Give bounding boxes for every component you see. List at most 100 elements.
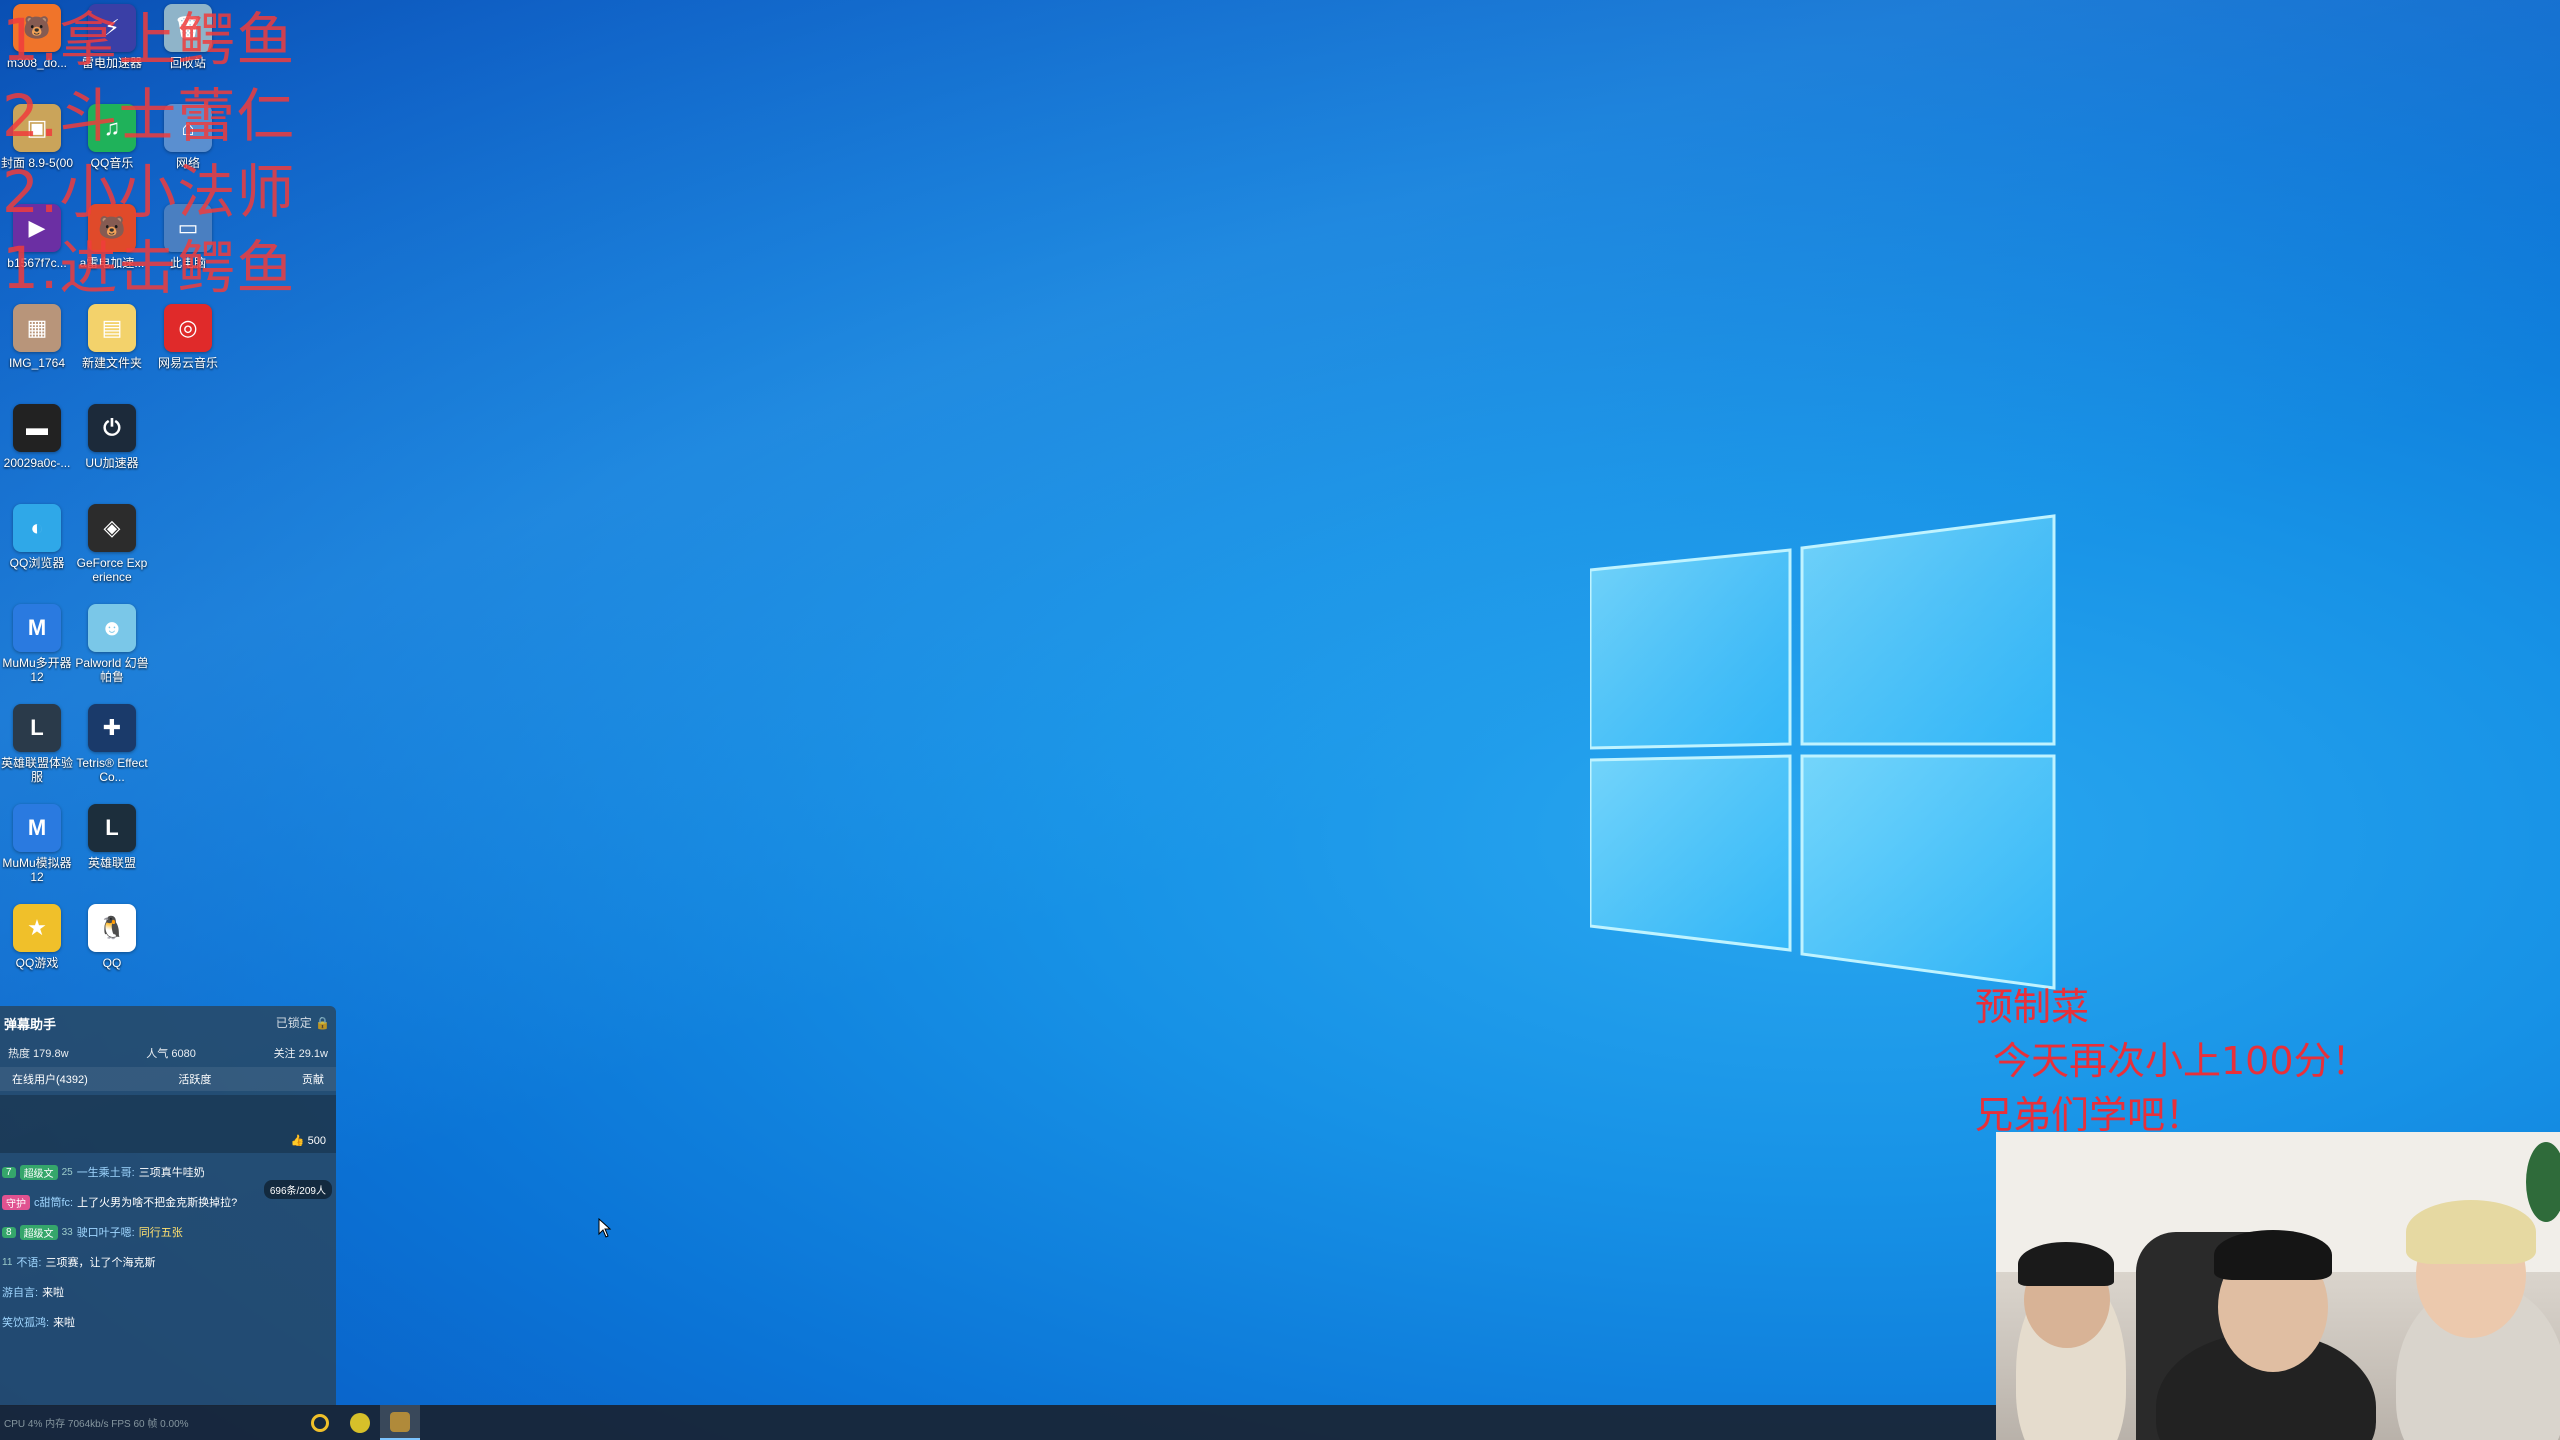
level-badge: 8 [2, 1226, 16, 1238]
desktop-item-uu-accelerator[interactable]: ⏻ UU加速器 [75, 404, 149, 498]
streamer-right-hair [2406, 1200, 2536, 1264]
qq-icon: 🐧 [88, 904, 136, 952]
qq-browser-icon: ◐ [13, 504, 61, 552]
desktop-item-new-folder[interactable]: ▤ 新建文件夹 [75, 304, 149, 398]
geforce-icon: ◈ [88, 504, 136, 552]
desktop-item-label: MuMu模拟器12 [2, 856, 72, 884]
desktop-item-label: QQ [102, 956, 122, 970]
message-text: 三项赛，让了个海克斯 [45, 1257, 156, 1269]
lock-status[interactable]: 已锁定 🔒 [276, 1014, 330, 1033]
popularity-stat: 人气 6080 [146, 1048, 196, 1060]
fan-badge: 超级文 [19, 1164, 58, 1180]
desktop-item-label: 英雄联盟体验服 [0, 756, 73, 784]
message-text: 同行五张 [138, 1227, 183, 1239]
overlay-line-3: 2.小小法师 [2, 158, 296, 226]
message-text: 来啦 [42, 1287, 65, 1299]
desktop-item-label: IMG_1764 [8, 356, 66, 370]
lol-taskbar-icon [390, 1411, 410, 1432]
desktop-item-mumu-multi[interactable]: M MuMu多开器12 [0, 604, 74, 698]
desktop-item-label: UU加速器 [85, 456, 139, 470]
webcam-plant [2526, 1142, 2560, 1222]
tab-contribution[interactable]: 贡献 [302, 1071, 324, 1087]
message-username[interactable]: 一生乘土哥: [77, 1164, 135, 1180]
message-text: 三项真牛哇奶 [138, 1167, 205, 1179]
follow-stat: 关注 29.1w [273, 1048, 328, 1060]
danmu-message: 游自言: 来啦 [2, 1277, 334, 1307]
lol-icon: L [88, 804, 136, 852]
search-circle-icon [311, 1413, 329, 1432]
desktop-item-label: GeForce Experience [76, 556, 148, 584]
desktop-item-mumu-emulator[interactable]: M MuMu模拟器12 [0, 804, 74, 898]
danmu-message: 8 超级文 33 驶口叶子嗯: 同行五张 [2, 1217, 334, 1247]
taskbar-search[interactable] [300, 1405, 340, 1440]
uu-accelerator-icon: ⏻ [88, 404, 136, 452]
taskbar-app-lol[interactable] [380, 1405, 420, 1440]
message-username[interactable]: c甜筒fc: [34, 1194, 73, 1210]
desktop-item-media-file[interactable]: ▬ 20029a0c-... [0, 404, 74, 498]
desktop-item-label: 英雄联盟 [87, 856, 136, 870]
message-username[interactable]: 驶口叶子嗯: [77, 1224, 135, 1240]
desktop-item-qq-game[interactable]: ★ QQ游戏 [0, 904, 74, 998]
fan-level: 11 [2, 1256, 13, 1268]
danmu-stats: 热度 179.8w 人气 6080 关注 29.1w [0, 1039, 336, 1067]
overlay-list-left: 1.拿上鳄鱼 2.斗士蕾仁 2.小小法师 1.进击鳄鱼 [2, 2, 302, 306]
message-username[interactable]: 笑饮孤鸿: [2, 1314, 49, 1330]
desktop-item-qq[interactable]: 🐧 QQ [75, 904, 149, 998]
desktop-item-lol[interactable]: L 英雄联盟 [75, 804, 149, 898]
desktop-item-label: Palworld 幻兽帕鲁 [75, 656, 149, 684]
danmu-message: 11 不语: 三项赛，让了个海克斯 [2, 1247, 334, 1277]
likes-count: 👍 500 [291, 1134, 326, 1147]
desktop-item-label: QQ游戏 [15, 956, 59, 970]
windows-logo-wallpaper [1590, 514, 2056, 990]
taskbar-status: CPU 4% 内存 7064kb/s FPS 60 帧 0.00% [4, 1419, 189, 1430]
message-username[interactable]: 不语: [16, 1254, 41, 1270]
new-folder-icon: ▤ [88, 304, 136, 352]
desktop-item-img-file[interactable]: ▦ IMG_1764 [0, 304, 74, 398]
fan-badge: 守护 [2, 1194, 30, 1210]
tab-activity[interactable]: 活跃度 [178, 1071, 211, 1087]
desktop-item-netease-music[interactable]: ◎ 网易云音乐 [151, 304, 225, 398]
overlay-note-right: 预制菜 今天再次小上100分！ 兄弟们学吧！ [1975, 980, 2415, 1142]
message-username[interactable]: 游自言: [2, 1284, 38, 1300]
overlay-note-line-1: 今天再次小上100分！ [1993, 1039, 2370, 1083]
desktop-item-qq-browser[interactable]: ◐ QQ浏览器 [0, 504, 74, 598]
overlay-line-4: 1.进击鳄鱼 [2, 234, 296, 302]
danmu-assistant-panel[interactable]: 弹幕助手 已锁定 🔒 热度 179.8w 人气 6080 关注 29.1w 在线… [0, 1006, 336, 1406]
desktop-item-lol-pbe[interactable]: L 英雄联盟体验服 [0, 704, 74, 798]
danmu-header: 弹幕助手 已锁定 🔒 [0, 1006, 336, 1039]
overlay-line-2: 2.斗士蕾仁 [2, 82, 296, 150]
img-file-icon: ▦ [13, 304, 61, 352]
desktop-item-geforce[interactable]: ◈ GeForce Experience [75, 504, 149, 598]
overlay-note-title: 预制菜 [1975, 985, 2090, 1029]
streamer-left-hair [2018, 1242, 2114, 1286]
netease-music-icon: ◎ [164, 304, 212, 352]
desktop-item-label: 网易云音乐 [157, 356, 218, 370]
webcam-overlay [1996, 1132, 2560, 1440]
likes-value: 500 [307, 1135, 326, 1147]
mumu-multi-icon: M [13, 604, 61, 652]
media-file-icon: ▬ [13, 404, 61, 452]
lol-pbe-icon: L [13, 704, 61, 752]
desktop-item-tetris[interactable]: ✚ Tetris® Effect Co... [75, 704, 149, 798]
taskbar: CPU 4% 内存 7064kb/s FPS 60 帧 0.00% [0, 1405, 1996, 1440]
desktop-item-label: 20029a0c-... [3, 456, 71, 470]
fan-level: 25 [61, 1166, 73, 1178]
message-text: 来啦 [53, 1317, 76, 1329]
mouse-cursor-icon [598, 1218, 612, 1238]
danmu-title: 弹幕助手 [4, 1017, 57, 1032]
message-count-badge: 696条/209人 [263, 1180, 332, 1199]
qq-game-icon: ★ [13, 904, 61, 952]
fan-badge: 超级文 [19, 1224, 58, 1240]
level-badge: 7 [2, 1166, 16, 1178]
overlay-line-1: 1.拿上鳄鱼 [2, 6, 296, 74]
tab-online-users[interactable]: 在线用户(4392) [12, 1071, 88, 1087]
lock-icon: 🔒 [315, 1016, 330, 1030]
desktop-item-label: MuMu多开器12 [2, 656, 72, 684]
desktop-item-palworld[interactable]: ☻ Palworld 幻兽帕鲁 [75, 604, 149, 698]
mumu-emulator-icon: M [13, 804, 61, 852]
thumb-icon: 👍 [290, 1135, 305, 1147]
taskbar-app-game[interactable] [340, 1405, 380, 1440]
fan-level: 33 [61, 1226, 73, 1238]
desktop-item-label: 新建文件夹 [81, 356, 142, 370]
desktop-item-label: Tetris® Effect Co... [76, 756, 148, 784]
